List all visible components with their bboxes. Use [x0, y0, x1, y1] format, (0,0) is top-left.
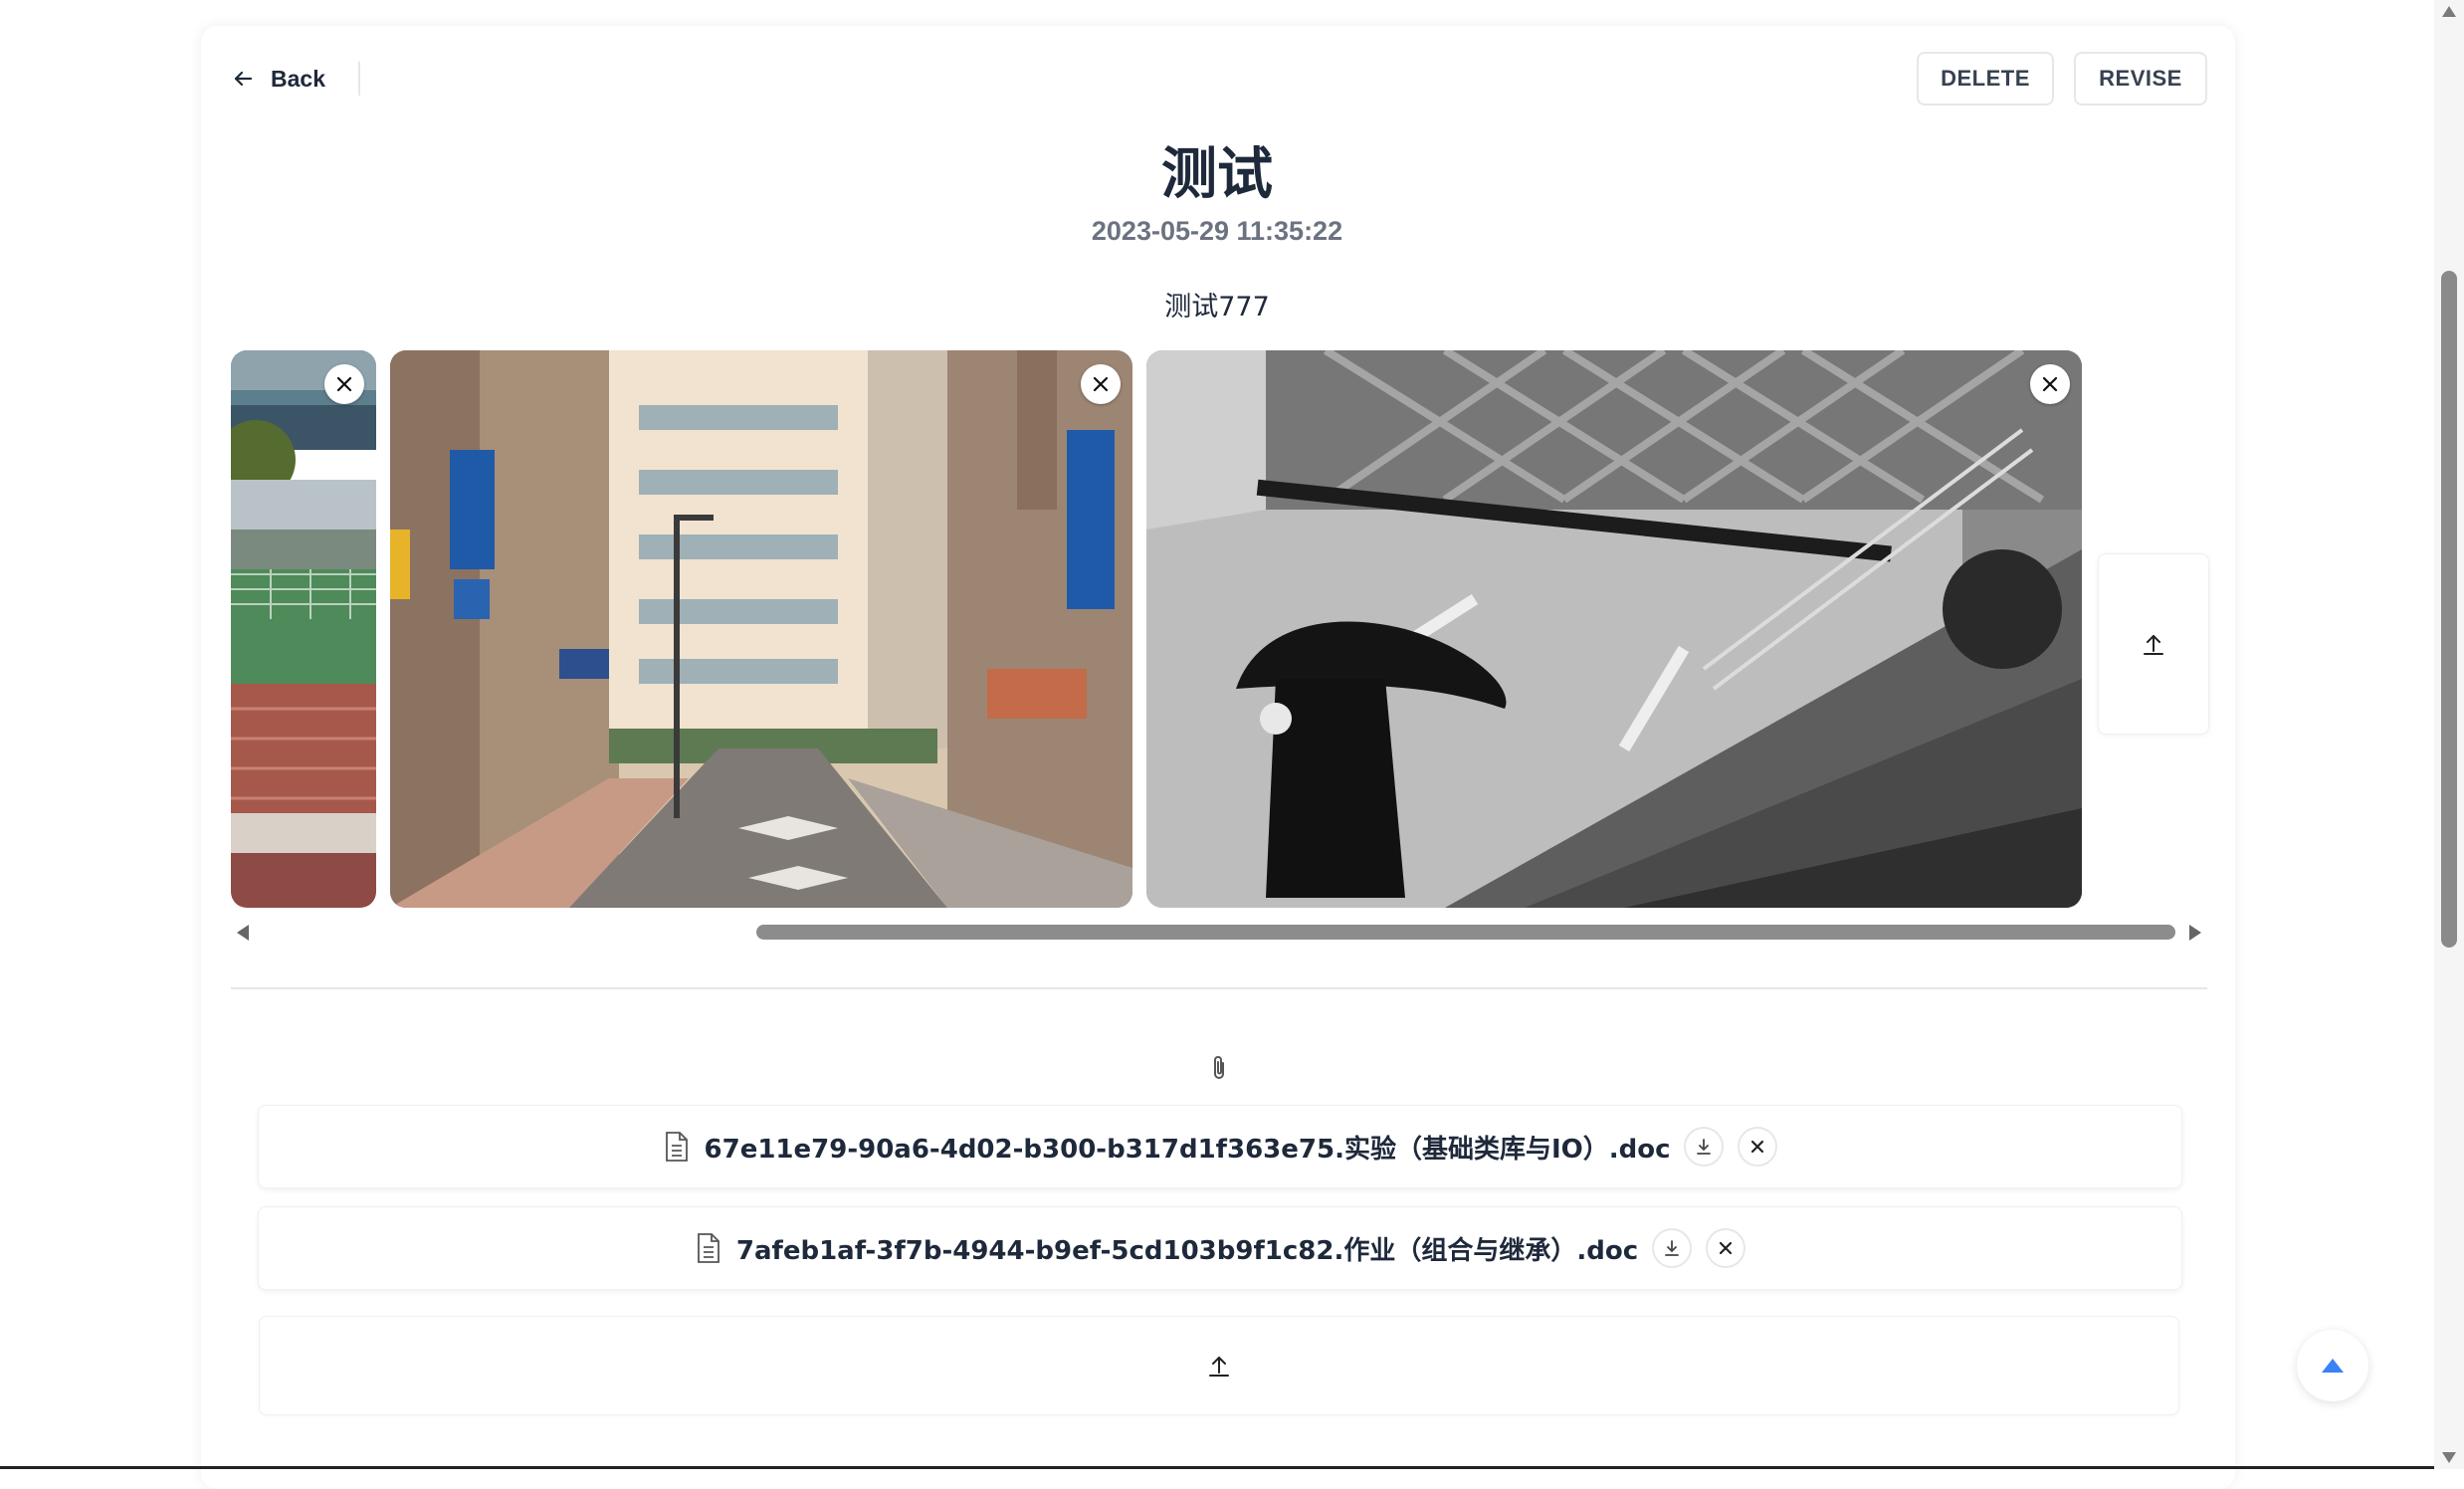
- section-divider: [231, 987, 2207, 989]
- scroll-left-arrow[interactable]: [237, 925, 249, 941]
- attachment-upload-button[interactable]: [259, 1316, 2179, 1415]
- arrow-left-icon: [234, 71, 253, 87]
- back-label: Back: [271, 65, 325, 92]
- gallery-image-umbrella[interactable]: [1146, 350, 2082, 908]
- paperclip-icon: [1214, 1056, 1224, 1079]
- revise-button[interactable]: REVISE: [2074, 52, 2207, 106]
- street-photo: [390, 350, 1132, 908]
- download-icon: [1665, 1240, 1680, 1256]
- close-icon: [1720, 1241, 1733, 1255]
- attachment-name[interactable]: 67e11e79-90a6-4d02-b300-b317d1f363e75.实验…: [705, 1129, 1671, 1166]
- scroll-right-arrow[interactable]: [2189, 925, 2201, 941]
- back-button[interactable]: Back: [231, 58, 325, 100]
- scrollbar-thumb[interactable]: [2441, 271, 2457, 948]
- back-to-top-button[interactable]: [2297, 1330, 2368, 1401]
- remove-attachment-button[interactable]: [1738, 1127, 1778, 1167]
- post-datetime: 2023-05-29 11:35:22: [1091, 216, 1343, 246]
- post-content: 测试777: [1164, 292, 1270, 322]
- image-upload-button[interactable]: [2098, 553, 2209, 735]
- gallery-image-stadium[interactable]: [231, 350, 376, 908]
- gallery-image-street[interactable]: [390, 350, 1132, 908]
- remove-image-button[interactable]: [1081, 364, 1121, 404]
- header-divider: [358, 62, 360, 96]
- triangle-up-icon: [2322, 1359, 2344, 1373]
- stadium-photo: [231, 350, 376, 908]
- document-icon: [665, 1132, 688, 1162]
- upload-icon: [2144, 635, 2163, 655]
- post-title: 测试: [1161, 142, 1273, 207]
- attachment-row: 7afeb1af-3f7b-4944-b9ef-5cd103b9f1c82.作业…: [258, 1206, 2182, 1290]
- close-icon: [2042, 376, 2058, 392]
- upload-icon: [1209, 1357, 1229, 1377]
- document-icon: [697, 1233, 719, 1263]
- image-gallery[interactable]: [231, 350, 2221, 908]
- remove-image-button[interactable]: [324, 364, 364, 404]
- gallery-scrollbar-thumb[interactable]: [756, 925, 2175, 940]
- scroll-down-arrow[interactable]: [2442, 1452, 2456, 1463]
- gallery-scrollbar[interactable]: [231, 922, 2201, 944]
- attachment-name[interactable]: 7afeb1af-3f7b-4944-b9ef-5cd103b9f1c82.作业…: [736, 1230, 1638, 1267]
- delete-button[interactable]: DELETE: [1917, 52, 2054, 106]
- scroll-up-arrow[interactable]: [2442, 6, 2456, 17]
- download-button[interactable]: [1652, 1228, 1693, 1268]
- remove-image-button[interactable]: [2030, 364, 2070, 404]
- close-icon: [336, 376, 352, 392]
- download-icon: [1697, 1139, 1712, 1155]
- remove-attachment-button[interactable]: [1706, 1228, 1746, 1268]
- umbrella-photo: [1146, 350, 2082, 908]
- close-icon: [1751, 1140, 1764, 1154]
- close-icon: [1093, 376, 1109, 392]
- page-scrollbar[interactable]: [2434, 0, 2464, 1469]
- attachment-row: 67e11e79-90a6-4d02-b300-b317d1f363e75.实验…: [258, 1105, 2182, 1188]
- download-button[interactable]: [1684, 1127, 1725, 1167]
